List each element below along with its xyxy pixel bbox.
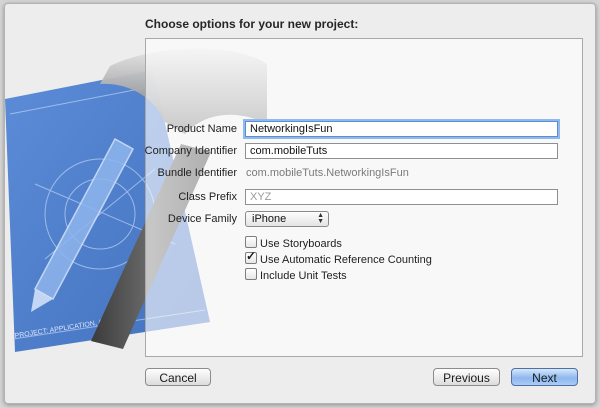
class-prefix-label: Class Prefix bbox=[178, 191, 237, 203]
product-name-field[interactable] bbox=[245, 121, 558, 137]
use-storyboards-label: Use Storyboards bbox=[260, 238, 342, 250]
bundle-identifier-value: com.mobileTuts.NetworkingIsFun bbox=[246, 167, 409, 179]
company-identifier-field[interactable] bbox=[245, 143, 558, 159]
bundle-identifier-label: Bundle Identifier bbox=[157, 167, 238, 179]
new-project-dialog: PROJECT: APPLICATION, APP Choose options… bbox=[4, 3, 596, 404]
next-button[interactable]: Next bbox=[511, 368, 578, 386]
device-family-popup[interactable]: iPhone ▲ ▼ bbox=[245, 211, 329, 227]
company-identifier-label: Company Identifier bbox=[144, 145, 237, 157]
device-family-selected: iPhone bbox=[252, 213, 287, 225]
use-storyboards-option[interactable]: Use Storyboards bbox=[245, 236, 342, 250]
dialog-title: Choose options for your new project: bbox=[145, 17, 359, 31]
class-prefix-field[interactable] bbox=[245, 189, 558, 205]
checkmark-icon: ✓ bbox=[246, 249, 257, 263]
include-unit-tests-checkbox[interactable] bbox=[245, 268, 257, 280]
use-arc-option[interactable]: ✓ Use Automatic Reference Counting bbox=[245, 249, 432, 266]
include-unit-tests-label: Include Unit Tests bbox=[260, 270, 347, 282]
previous-button[interactable]: Previous bbox=[433, 368, 500, 386]
include-unit-tests-option[interactable]: Include Unit Tests bbox=[245, 268, 347, 282]
use-storyboards-checkbox[interactable] bbox=[245, 236, 257, 248]
product-name-label: Product Name bbox=[166, 123, 237, 135]
use-arc-checkbox[interactable]: ✓ bbox=[245, 249, 257, 264]
device-family-label: Device Family bbox=[167, 213, 237, 225]
popup-arrows-icon: ▲ ▼ bbox=[317, 212, 324, 225]
use-arc-label: Use Automatic Reference Counting bbox=[260, 254, 432, 266]
cancel-button[interactable]: Cancel bbox=[145, 368, 211, 386]
